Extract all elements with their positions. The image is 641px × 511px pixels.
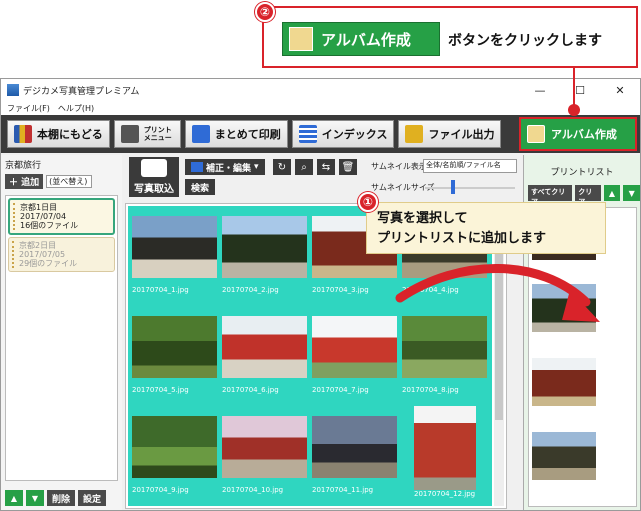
rotate-icon[interactable]: ↻ [273,159,291,175]
leader-dot [568,104,580,116]
photo-thumb-12[interactable]: 20170704_12.jpg [414,406,476,498]
window-title: デジカメ写真管理プレミアム [23,86,140,97]
photo-image [222,416,307,478]
import-photos-button[interactable]: 写真取込 [129,157,179,197]
print-menu-button[interactable]: プリント メニュー [113,120,181,148]
menu-file[interactable]: ファイル(F) [7,103,50,114]
leader-line [573,68,575,109]
clear-button[interactable]: クリア [575,185,601,206]
slider-knob[interactable] [451,180,455,194]
photo-image [312,316,397,378]
printer-icon [120,125,139,143]
index-button[interactable]: インデックス [291,120,395,148]
photo-thumb-1[interactable]: 20170704_1.jpg [132,216,217,294]
photo-thumb-10[interactable]: 20170704_10.jpg [222,416,307,494]
folder-icon [405,125,424,143]
menu-help[interactable]: ヘルプ(H) [58,103,94,114]
folder-panel: 京都旅行 ＋ 追加 (並べ替え) 京都1日目 2017/07/04 16個のファ… [1,155,122,510]
photo-thumb-9[interactable]: 20170704_9.jpg [132,416,217,494]
chevron-down-icon: ▾ [254,162,259,172]
camera-icon [141,159,167,177]
title-bar: デジカメ写真管理プレミアム — ☐ ✕ [1,79,640,101]
clear-all-button[interactable]: すべてクリア [528,185,573,206]
photo-thumb-5[interactable]: 20170704_5.jpg [132,316,217,394]
instruction-callout-2: アルバム作成 ボタンをクリックします [262,6,638,68]
photo-image [414,406,476,490]
swap-icon[interactable]: ⇆ [317,159,335,175]
day-list: 京都1日目 2017/07/04 16個のファイル 京都2日目 2017/07/… [5,195,118,481]
zoom-icon[interactable]: ⌕ [295,159,313,175]
day-item-1[interactable]: 京都1日目 2017/07/04 16個のファイル [8,198,115,235]
thumbnail-display-label: サムネイル表示 [371,162,427,171]
minimize-button[interactable]: — [520,79,560,101]
move-down-button[interactable]: ▼ [26,490,44,506]
move-up-button[interactable]: ▲ [5,490,23,506]
photo-image [222,316,307,378]
step-badge-1: ① [358,192,378,212]
print-list-title: プリントリスト [550,168,614,178]
album-create-button[interactable]: アルバム作成 [519,117,637,151]
photo-image [132,416,217,478]
thumbnail-display-select[interactable]: 全体/名前順/ファイル名 [423,159,517,173]
photo-toolbar: 写真取込 補正・編集 ▾ ↻ ⌕ ⇆ 🗑 検索 サムネイル表示 全体/名前順/フ… [125,155,521,199]
thumbnail-size-slider[interactable] [425,187,515,189]
photo-image [312,416,397,478]
add-button[interactable]: ＋ 追加 [5,174,44,189]
photo-image [132,216,217,278]
instruction-callout-1: 写真を選択して プリントリストに追加します [366,202,606,254]
list-up-button[interactable]: ▲ [603,185,621,201]
edit-icon [191,162,203,172]
list-down-button[interactable]: ▼ [623,185,640,201]
day-item-2[interactable]: 京都2日目 2017/07/05 29個のファイル [8,237,115,272]
maximize-button[interactable]: ☐ [560,79,600,101]
app-icon [7,84,19,96]
delete-button[interactable]: 削除 [47,490,76,506]
trash-icon[interactable]: 🗑 [339,159,357,175]
folder-title: 京都旅行 [5,161,42,171]
sort-select[interactable]: (並べ替え) [46,175,93,188]
menu-bar: ファイル(F) ヘルプ(H) [1,101,640,115]
curved-arrow-icon [395,264,600,322]
album-icon [527,125,545,143]
print-list-thumb-3[interactable] [532,358,596,406]
search-button[interactable]: 検索 [185,179,216,195]
index-icon [298,125,317,143]
file-output-button[interactable]: ファイル出力 [398,120,502,148]
settings-button[interactable]: 設定 [78,490,107,506]
photo-thumb-6[interactable]: 20170704_6.jpg [222,316,307,394]
photo-thumb-2[interactable]: 20170704_2.jpg [222,216,307,294]
print-stack-icon [191,125,210,143]
photo-image [222,216,307,278]
callout-2-text: ボタンをクリックします [448,33,602,49]
step-badge-2: ② [255,2,275,22]
photo-image [132,316,217,378]
print-list-thumb-4[interactable] [532,432,596,480]
back-to-shelf-button[interactable]: 本棚にもどる [7,120,110,148]
close-button[interactable]: ✕ [600,79,640,101]
print-all-button[interactable]: まとめて印刷 [184,120,288,148]
album-icon [289,27,313,51]
toolbar: 本棚にもどる プリント メニュー まとめて印刷 インデックス ファイル出力 アル… [1,115,640,153]
photo-thumb-11[interactable]: 20170704_11.jpg [312,416,397,494]
edit-button[interactable]: 補正・編集 ▾ [185,159,265,175]
books-icon [14,125,32,143]
album-button-illustration: アルバム作成 [282,22,440,56]
photo-thumb-7[interactable]: 20170704_7.jpg [312,316,397,394]
